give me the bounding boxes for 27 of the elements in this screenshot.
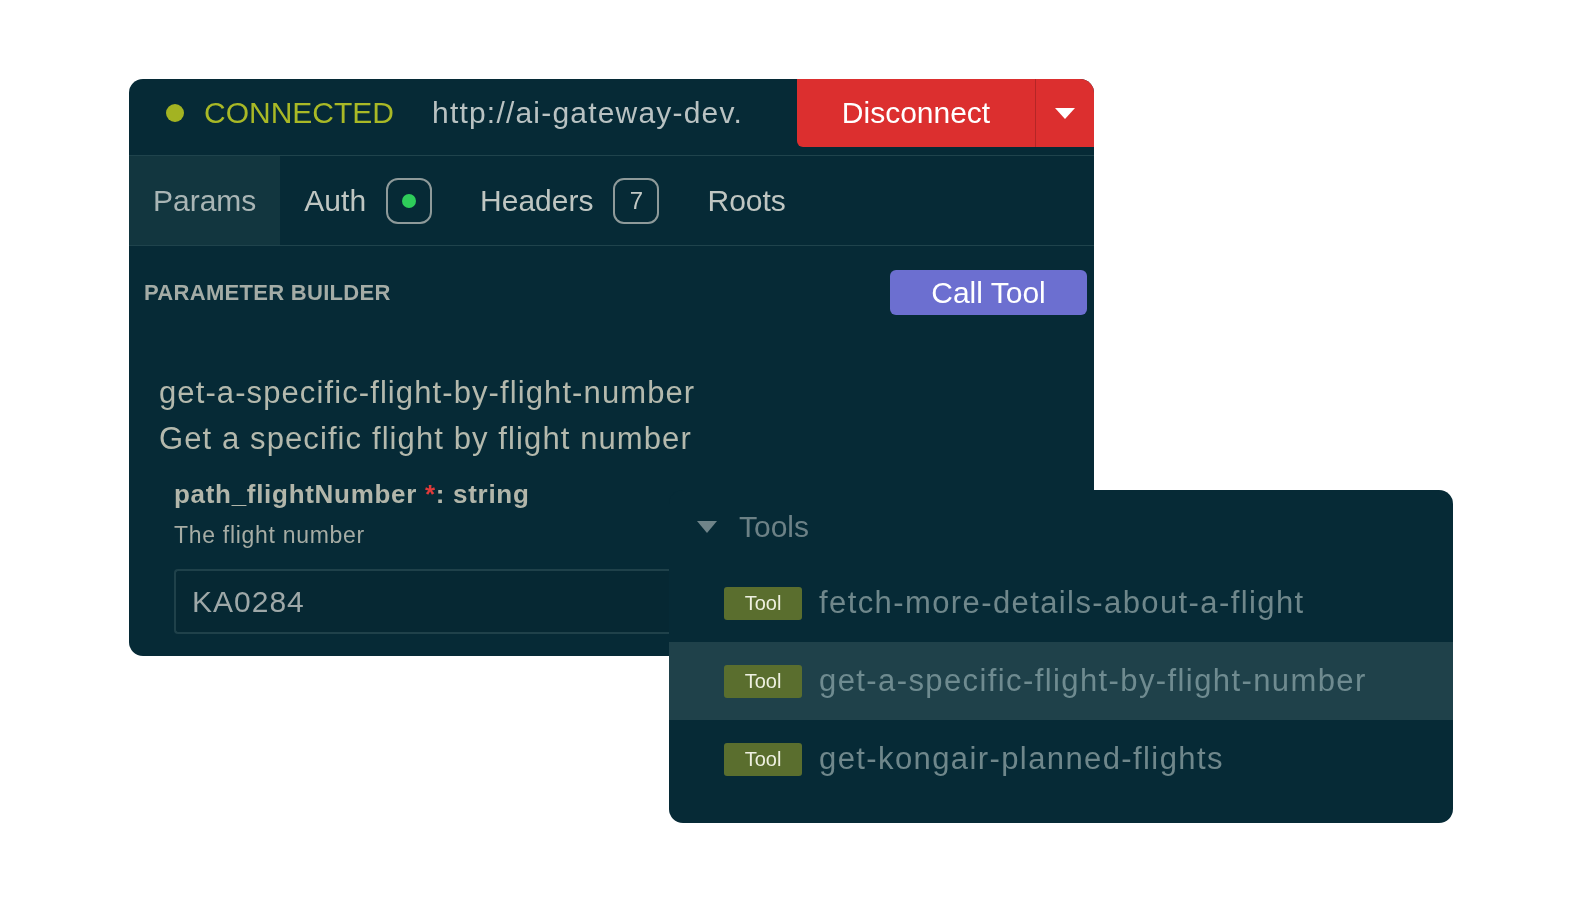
tool-tag: Tool [724, 586, 802, 620]
field-label: path_flightNumber *: string [174, 478, 530, 511]
field-description: The flight number [174, 521, 365, 549]
tab[interactable]: Params [129, 156, 281, 245]
server-url: http://ai-gateway-dev. [432, 95, 743, 131]
tool-name: get-a-specific-flight-by-flight-number [159, 374, 696, 412]
count-badge: 7 [613, 177, 660, 224]
tools-section-toggle[interactable]: Tools [669, 490, 810, 564]
text-input[interactable]: KA0284 [174, 569, 669, 634]
disconnect-menu-button[interactable] [1035, 79, 1094, 147]
tab[interactable]: Roots [683, 156, 810, 245]
tool-name: get-a-specific-flight-by-flight-number [819, 663, 1367, 699]
tool-description: Get a specific flight by flight number [159, 420, 692, 458]
connection-status: CONNECTED [204, 95, 394, 131]
tool-list-item[interactable]: Tool get-a-specific-flight-by-flight-number [669, 642, 1453, 720]
call-tool-button[interactable]: Call Tool [890, 270, 1087, 315]
tool-list-item[interactable]: Tool get-kongair-planned-flights [669, 720, 1453, 798]
section-title: PARAMETER BUILDER [144, 279, 391, 306]
tool-tag: Tool [724, 664, 802, 698]
tab[interactable]: Auth [280, 156, 457, 245]
tool-tag: Tool [724, 742, 802, 776]
tool-name: fetch-more-details-about-a-flight [819, 585, 1305, 621]
tab[interactable]: Headers 7 [456, 156, 684, 245]
disconnect-button[interactable]: Disconnect [797, 79, 1035, 147]
tool-list-item[interactable]: Tool fetch-more-details-about-a-flight [669, 564, 1453, 642]
caret-icon [1055, 107, 1075, 119]
tool-name: get-kongair-planned-flights [819, 741, 1224, 777]
